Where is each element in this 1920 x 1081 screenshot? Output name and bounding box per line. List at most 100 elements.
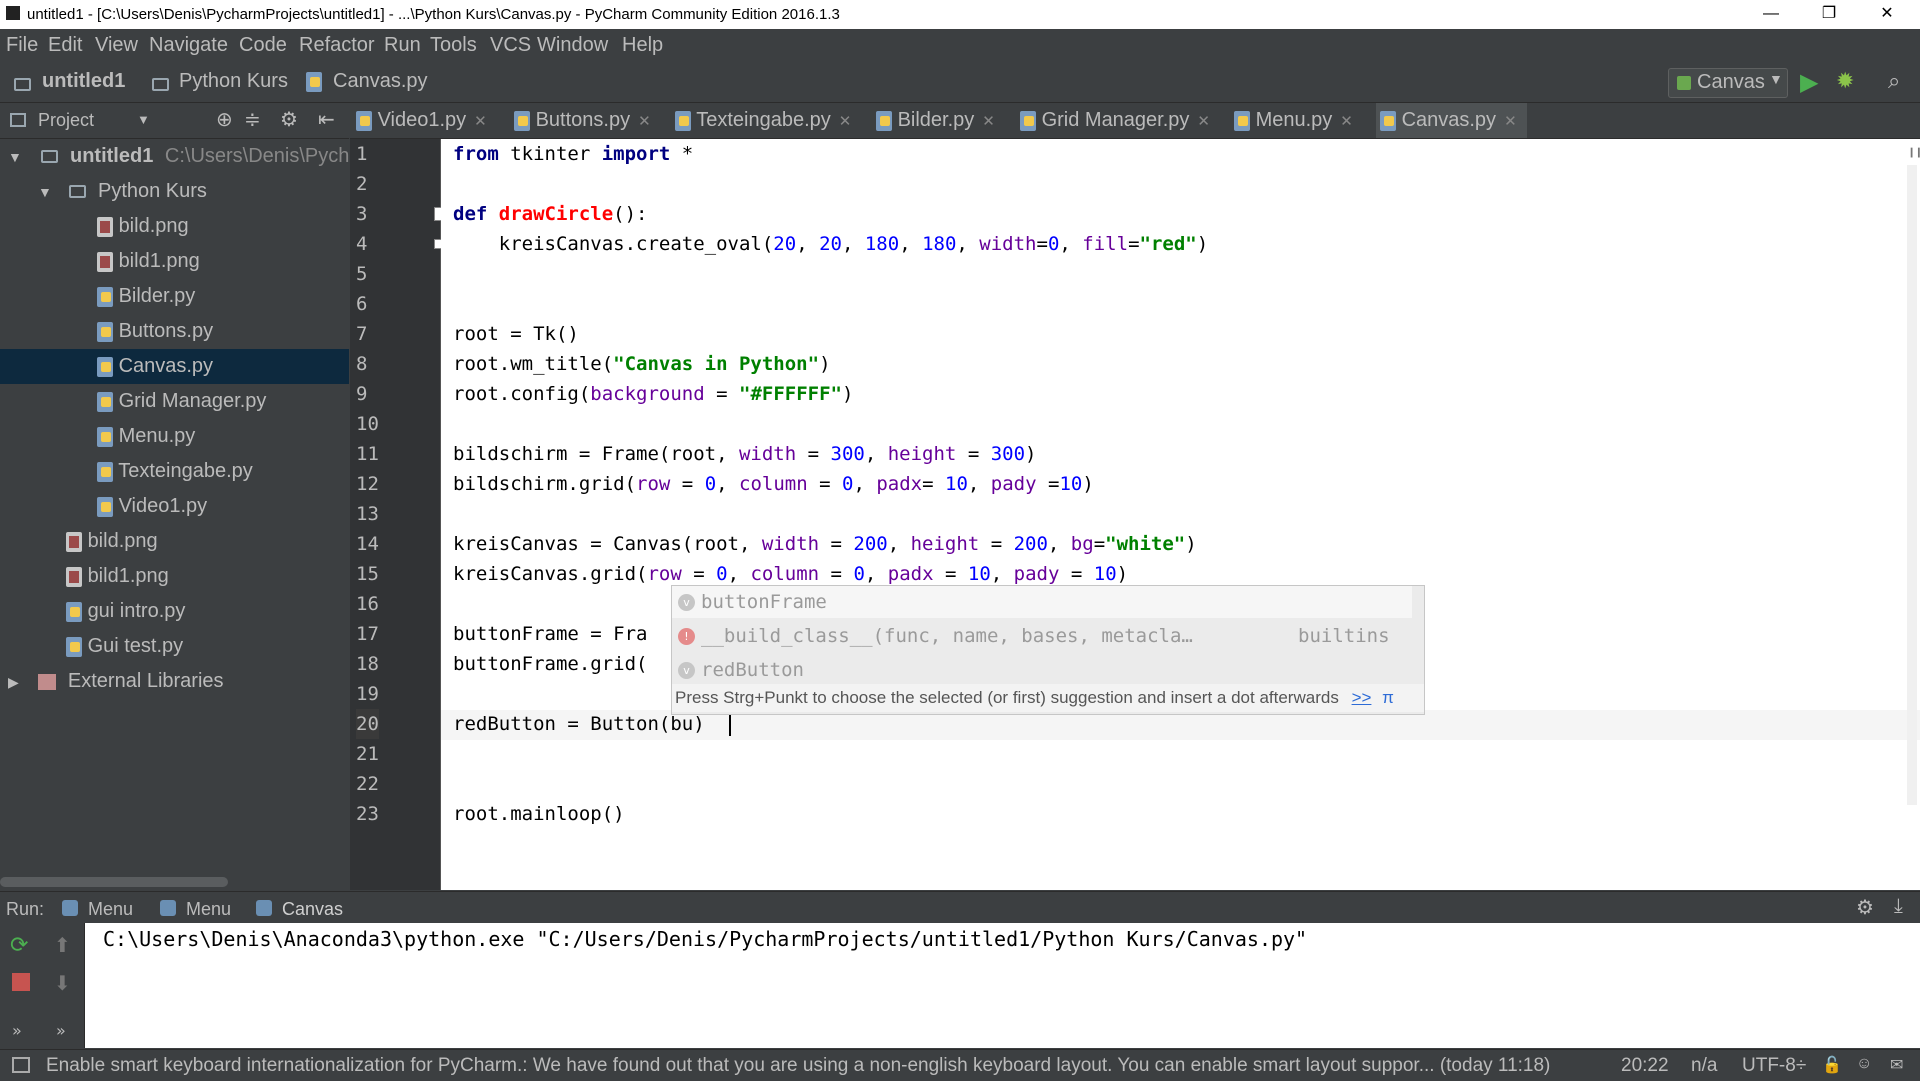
tree-item-canvas-py[interactable]: Canvas.py [0,349,349,384]
close-icon[interactable]: ✕ [474,113,487,130]
completion-item[interactable]: v buttonFrame [672,586,1412,618]
project-panel-header: Project ▼ ⊕ ≑ ⚙ ⇤ [0,103,349,139]
tree-folder-python-kurs[interactable]: ▼ Python Kurs [38,174,207,209]
gear-icon[interactable]: ⚙ [280,107,298,132]
code-token: , [716,473,740,495]
tree-item-texteingabe-py[interactable]: Texteingabe.py [97,454,253,489]
run-tab-canvas[interactable]: Canvas [282,899,343,920]
menu-vcs[interactable]: VCS [490,34,531,57]
hide-panel-icon[interactable]: ⇤ [318,107,335,132]
project-view-label[interactable]: Project [38,110,94,131]
close-button[interactable]: ✕ [1864,0,1910,29]
tree-horizontal-scrollbar[interactable] [0,877,228,887]
code-token: width [761,533,820,555]
search-icon[interactable]: ⌕ [1888,68,1900,94]
code-token: background [590,383,705,405]
rerun-icon[interactable]: ⟳ [10,933,28,958]
tab-canvas[interactable]: Canvas.py ✕ [1376,103,1527,138]
tree-item-menu-py[interactable]: Menu.py [97,419,195,454]
tree-item-label: Gui test.py [87,635,184,657]
gear-icon[interactable]: ⚙ [1856,895,1874,920]
stop-icon[interactable] [12,973,30,991]
tree-item-video1-py[interactable]: Video1.py [97,489,207,524]
code-line-20: redButton = Button(bu) [453,713,705,735]
scroll-from-source-icon[interactable]: ⊕ [216,107,233,132]
menu-edit[interactable]: Edit [48,34,82,57]
tree-item-buttons-py[interactable]: Buttons.py [97,314,213,349]
menu-file[interactable]: File [6,34,38,57]
inspector-icon[interactable]: ☺ [1856,1055,1872,1073]
collapse-all-icon[interactable]: ≑ [244,107,261,132]
close-icon[interactable]: ✕ [638,113,651,130]
tree-external-libraries[interactable]: ▶ External Libraries [8,664,224,699]
run-config-select[interactable]: Canvas ▼ [1668,68,1788,98]
menu-view[interactable]: View [95,34,138,57]
code-token: = [819,563,854,585]
menu-refactor[interactable]: Refactor [299,34,375,57]
lock-icon[interactable]: 🔓 [1822,1055,1842,1075]
close-icon[interactable]: ✕ [1340,113,1353,130]
window-title: untitled1 - [C:\Users\Denis\PycharmProje… [27,6,840,23]
editor-vertical-scrollbar[interactable] [1907,165,1917,805]
status-message[interactable]: Enable smart keyboard internationalizati… [46,1055,1606,1077]
expanded-triangle-icon: ▼ [8,149,22,165]
code-token: height [887,443,957,465]
pin-icon[interactable]: π [1382,688,1394,707]
more-icon[interactable]: » [56,1021,66,1040]
tab-video1[interactable]: Video1.py ✕ [356,103,487,138]
completion-item[interactable]: v redButton [672,654,1412,686]
minimize-button[interactable]: — [1748,0,1794,29]
file-encoding[interactable]: UTF-8÷ [1742,1055,1806,1077]
hide-panel-icon[interactable]: ⤓ [1894,895,1903,918]
more-icon[interactable]: » [12,1021,22,1040]
run-tab-menu[interactable]: Menu [88,899,133,920]
tree-item-grid-manager-py[interactable]: Grid Manager.py [97,384,266,419]
run-icon[interactable]: ▶ [1800,68,1818,97]
tree-item-root-bild1-png[interactable]: bild1.png [66,559,169,594]
up-arrow-icon[interactable]: ⬆ [54,933,71,957]
close-icon[interactable]: ✕ [982,113,995,130]
tool-windows-icon[interactable] [12,1057,30,1073]
close-icon[interactable]: ✕ [839,113,852,130]
tree-item-gui-test-py[interactable]: Gui test.py [66,629,183,664]
menu-navigate[interactable]: Navigate [149,34,228,57]
event-log-icon[interactable]: ✉ [1890,1055,1903,1075]
menu-code[interactable]: Code [239,34,287,57]
run-console[interactable]: C:\Users\Denis\Anaconda3\python.exe "C:/… [85,923,1920,1048]
menu-help[interactable]: Help [622,34,663,57]
tree-root[interactable]: ▼ untitled1 C:\Users\Denis\Pycha [8,139,361,174]
chevron-down-icon[interactable]: ▼ [137,112,150,127]
menu-window[interactable]: Window [537,34,608,57]
code-token: 0 [1047,233,1060,255]
tab-buttons[interactable]: Buttons.py ✕ [514,103,651,138]
debug-bug-icon[interactable]: ✹ [1836,68,1854,94]
code-editor[interactable]: from tkinter import * def drawCircle(): … [441,139,1920,890]
maximize-button[interactable]: ❐ [1806,0,1852,29]
code-line-7: root = Tk() [453,323,579,345]
completion-hint-link[interactable]: >> [1352,688,1372,707]
python-icon [62,900,78,916]
line-separator[interactable]: n/a [1691,1055,1717,1077]
breadcrumb-file[interactable]: Canvas.py [333,70,428,93]
tree-item-bild-png[interactable]: bild.png [97,209,189,244]
inspection-status-icon[interactable]: ❙❙ [1908,145,1920,159]
tree-item-root-bild-png[interactable]: bild.png [66,524,158,559]
cursor-position[interactable]: 20:22 [1621,1055,1669,1077]
tree-item-bild1-png[interactable]: bild1.png [97,244,200,279]
tab-texteingabe[interactable]: Texteingabe.py ✕ [675,103,851,138]
tree-item-gui-intro-py[interactable]: gui intro.py [66,594,185,629]
tab-grid-manager[interactable]: Grid Manager.py ✕ [1020,103,1210,138]
run-tab-menu-2[interactable]: Menu [186,899,231,920]
menu-run[interactable]: Run [384,34,421,57]
breadcrumb-folder[interactable]: Python Kurs [179,70,288,93]
tab-bilder[interactable]: Bilder.py ✕ [876,103,995,138]
completion-item[interactable]: ! __build_class__(func, name, bases, meta… [672,620,1412,652]
menu-tools[interactable]: Tools [430,34,477,57]
close-icon[interactable]: ✕ [1197,113,1210,130]
breadcrumb-project[interactable]: untitled1 [42,70,125,93]
tree-item-bilder-py[interactable]: Bilder.py [97,279,195,314]
tab-menu[interactable]: Menu.py ✕ [1234,103,1353,138]
line-number: 23 [356,803,379,825]
close-icon[interactable]: ✕ [1504,113,1517,130]
down-arrow-icon[interactable]: ⬇ [54,971,71,995]
